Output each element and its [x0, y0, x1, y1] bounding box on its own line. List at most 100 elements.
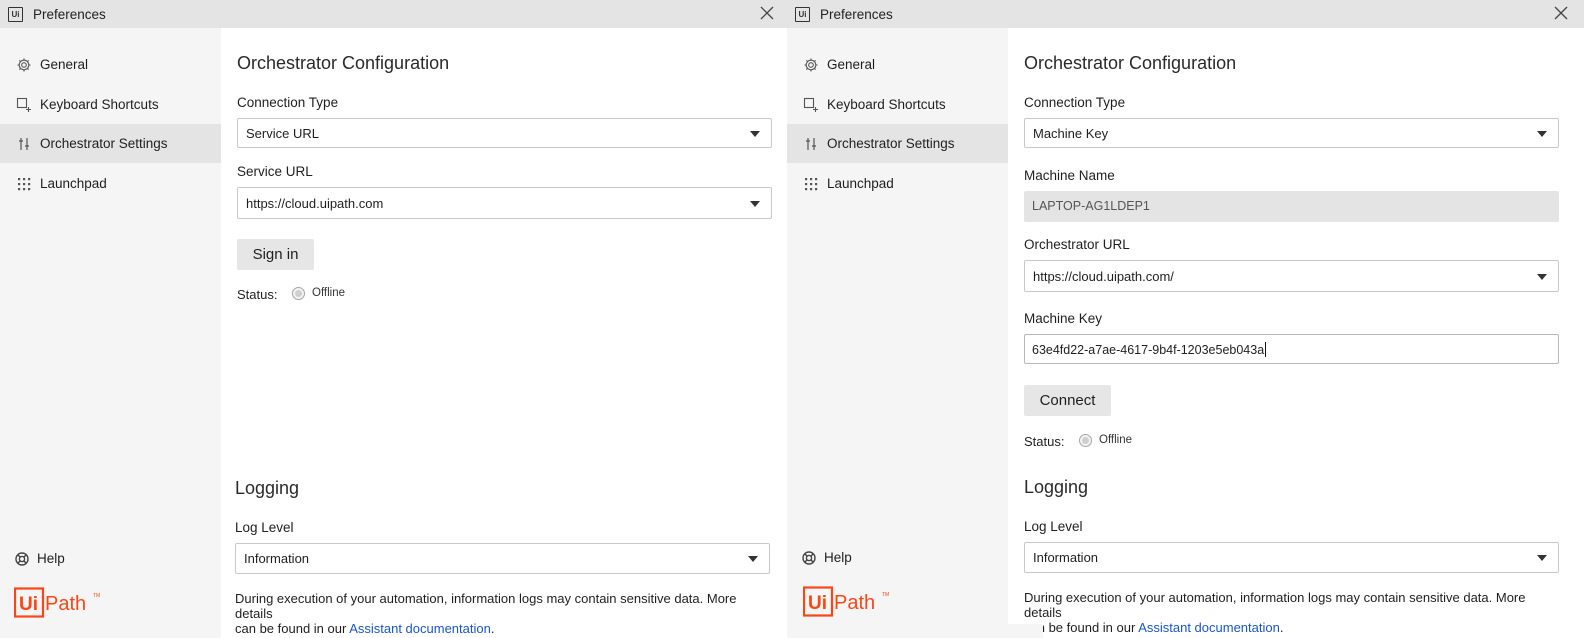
orchestrator-config-heading: Orchestrator Configuration — [237, 53, 450, 73]
preferences-window-left: Ui Preferences General Keyboard Shortcut… — [0, 0, 787, 638]
connection-type-select[interactable]: Machine Key — [1024, 118, 1559, 148]
chevron-down-icon — [748, 556, 758, 562]
assistant-documentation-link[interactable]: Assistant documentation — [1138, 620, 1280, 635]
status-label: Status: — [237, 287, 278, 302]
logging-note-suffix: . — [1279, 620, 1284, 635]
sidebar-item-label: Launchpad — [827, 176, 894, 191]
logging-note-line2: can be found in our — [235, 621, 350, 636]
svg-text:Ui: Ui — [808, 593, 827, 614]
log-level-label: Log Level — [235, 520, 294, 535]
connection-type-select[interactable]: Service URL — [237, 118, 772, 148]
title-bar: Ui Preferences — [787, 0, 1584, 28]
sidebar-item-general[interactable]: General — [787, 45, 1008, 84]
svg-text:Ui: Ui — [19, 594, 38, 615]
svg-text:Path: Path — [45, 593, 86, 615]
text-cursor — [1265, 342, 1267, 357]
help-lifebuoy-icon — [15, 552, 29, 566]
sliders-icon — [806, 138, 816, 150]
gear-icon — [17, 58, 31, 72]
uipath-logo: Ui Path TM — [14, 587, 100, 618]
sidebar: General Keyboard Shortcuts Orchestrator … — [0, 28, 221, 638]
log-level-select[interactable]: Information — [235, 543, 770, 574]
sidebar-item-label: Orchestrator Settings — [827, 136, 955, 151]
sidebar-item-label: Keyboard Shortcuts — [40, 97, 159, 112]
status-value: Offline — [312, 287, 346, 299]
help-link[interactable]: Help — [0, 539, 221, 578]
chevron-down-icon — [1537, 274, 1547, 280]
status-value: Offline — [1099, 434, 1133, 446]
logging-note: During execution of your automation, inf… — [1024, 590, 1564, 635]
status-indicator — [292, 287, 305, 300]
sign-in-button[interactable]: Sign in — [237, 239, 314, 270]
connection-type-value: Service URL — [246, 126, 319, 141]
connection-type-label: Connection Type — [1024, 95, 1126, 110]
uipath-app-icon: Ui — [8, 6, 23, 22]
sidebar-item-orchestrator-settings[interactable]: Orchestrator Settings — [0, 124, 221, 163]
window-title: Preferences — [33, 6, 106, 22]
sidebar-item-orchestrator-settings[interactable]: Orchestrator Settings — [787, 124, 1008, 163]
sidebar-item-keyboard-shortcuts[interactable]: Keyboard Shortcuts — [787, 85, 1008, 124]
window-title: Preferences — [820, 6, 893, 22]
logging-heading: Logging — [1024, 477, 1089, 497]
sidebar-item-keyboard-shortcuts[interactable]: Keyboard Shortcuts — [0, 85, 221, 124]
svg-text:Path: Path — [834, 592, 875, 614]
chevron-down-icon — [750, 201, 760, 207]
status-indicator — [1079, 434, 1092, 447]
sidebar: General Keyboard Shortcuts Orchestrator … — [787, 28, 1008, 638]
help-label: Help — [824, 550, 852, 565]
machine-key-value: 63e4fd22-a7ae-4617-9b4f-1203e5eb043a — [1032, 342, 1267, 357]
service-url-label: Service URL — [237, 164, 313, 179]
grid-dots-icon — [18, 178, 31, 191]
sidebar-item-label: Orchestrator Settings — [40, 136, 168, 151]
log-level-select[interactable]: Information — [1024, 542, 1559, 573]
chevron-down-icon — [1537, 131, 1547, 137]
grid-dots-icon — [805, 178, 818, 191]
log-level-value: Information — [1033, 550, 1099, 565]
gear-icon — [804, 58, 818, 72]
svg-text:TM: TM — [93, 593, 100, 599]
sidebar-item-launchpad[interactable]: Launchpad — [0, 164, 221, 203]
sliders-icon — [19, 138, 29, 150]
machine-name-value: LAPTOP-AG1LDEP1 — [1032, 199, 1150, 213]
keyboard-shortcut-icon — [803, 97, 818, 112]
bottom-scroll-strip — [787, 624, 1043, 638]
chevron-down-icon — [1537, 555, 1547, 561]
status-label: Status: — [1024, 434, 1065, 449]
service-url-combobox[interactable]: https://cloud.uipath.com — [237, 187, 772, 219]
close-icon[interactable] — [759, 5, 775, 21]
help-link[interactable]: Help — [787, 538, 1008, 577]
machine-key-text: 63e4fd22-a7ae-4617-9b4f-1203e5eb043a — [1032, 343, 1265, 357]
settings-content: Orchestrator Configuration Connection Ty… — [221, 28, 787, 638]
help-label: Help — [37, 551, 65, 566]
chevron-down-icon — [750, 131, 760, 137]
settings-content: Orchestrator Configuration Connection Ty… — [1008, 28, 1584, 638]
sidebar-item-label: Launchpad — [40, 176, 107, 191]
machine-name-field: LAPTOP-AG1LDEP1 — [1024, 191, 1559, 222]
sidebar-item-label: General — [40, 57, 89, 72]
orchestrator-url-value: https://cloud.uipath.com/ — [1033, 269, 1174, 284]
logging-note-suffix: . — [490, 621, 495, 636]
uipath-app-icon: Ui — [795, 6, 810, 22]
connect-button[interactable]: Connect — [1024, 385, 1111, 416]
sidebar-item-label: Keyboard Shortcuts — [827, 97, 946, 112]
machine-key-input[interactable]: 63e4fd22-a7ae-4617-9b4f-1203e5eb043a — [1024, 334, 1559, 364]
machine-name-label: Machine Name — [1024, 168, 1115, 183]
logging-heading: Logging — [235, 478, 300, 498]
orchestrator-config-heading: Orchestrator Configuration — [1024, 53, 1237, 73]
service-url-value: https://cloud.uipath.com — [246, 196, 384, 211]
sidebar-item-label: General — [827, 57, 876, 72]
preferences-window-right: Ui Preferences General Keyboard Shortcut… — [787, 0, 1584, 638]
help-lifebuoy-icon — [802, 551, 816, 565]
orchestrator-url-combobox[interactable]: https://cloud.uipath.com/ — [1024, 260, 1559, 292]
title-bar: Ui Preferences — [0, 0, 787, 28]
close-icon[interactable] — [1553, 5, 1569, 21]
connection-type-label: Connection Type — [237, 95, 339, 110]
log-level-label: Log Level — [1024, 519, 1083, 534]
logging-note-line1: During execution of your automation, inf… — [235, 591, 737, 621]
sidebar-item-launchpad[interactable]: Launchpad — [787, 164, 1008, 203]
connection-type-value: Machine Key — [1033, 126, 1109, 141]
sidebar-item-general[interactable]: General — [0, 45, 221, 84]
keyboard-shortcut-icon — [16, 97, 31, 112]
uipath-logo: Ui Path TM — [803, 586, 889, 617]
assistant-documentation-link[interactable]: Assistant documentation — [349, 621, 491, 636]
